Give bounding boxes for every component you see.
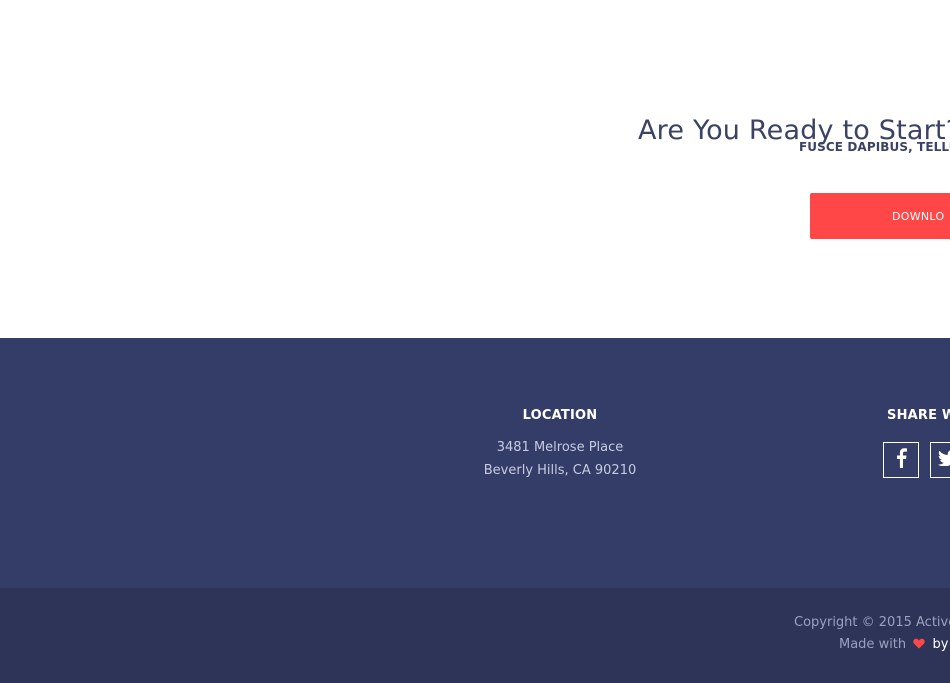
location-heading: LOCATION: [522, 408, 598, 423]
address-line-2: Beverly Hills, CA 90210: [483, 463, 637, 478]
cta-section: Are You Ready to Start? I FUSCE DAPIBUS,…: [0, 0, 950, 338]
address-line-1: 3481 Melrose Place: [496, 440, 624, 455]
bottom-bar: Copyright © 2015 Active Made with by k: [0, 588, 950, 683]
twitter-link[interactable]: [930, 442, 950, 478]
heart-icon: [913, 638, 925, 653]
share-heading: SHARE W: [887, 408, 950, 423]
twitter-icon: [938, 450, 950, 470]
download-button[interactable]: DOWNLO: [810, 193, 950, 239]
copyright-text: Copyright © 2015 Active: [794, 615, 950, 630]
footer: LOCATION 3481 Melrose Place Beverly Hill…: [0, 338, 950, 588]
facebook-icon: [895, 448, 907, 472]
made-with-text: Made with: [839, 637, 907, 652]
cta-subtitle: FUSCE DAPIBUS, TELLUS: [799, 140, 950, 154]
facebook-link[interactable]: [883, 442, 919, 478]
made-with-line: Made with by k: [839, 637, 950, 653]
author-link[interactable]: by k: [932, 637, 950, 652]
